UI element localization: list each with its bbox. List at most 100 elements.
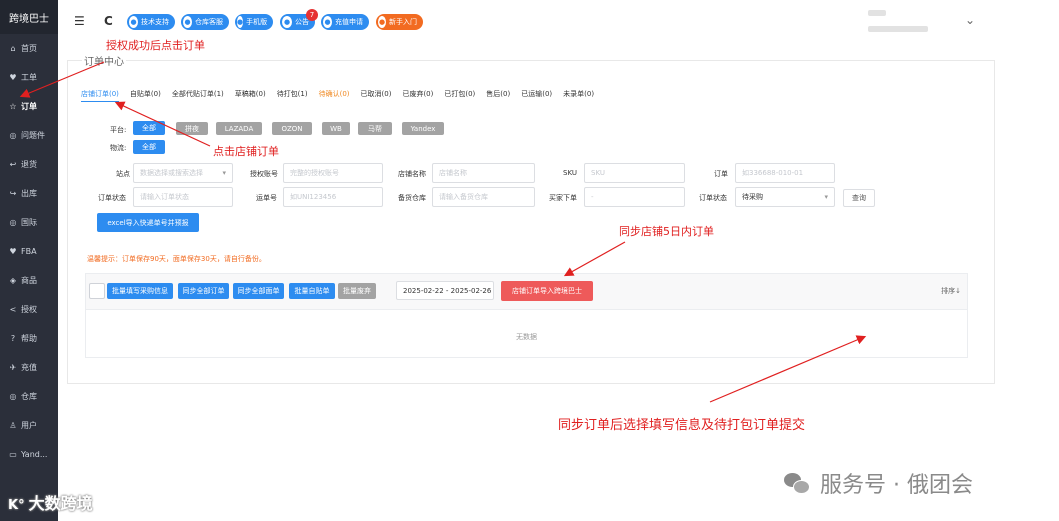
watermark-right: 服务号 · 俄团会 xyxy=(784,467,973,499)
platform-chip-4[interactable]: WB xyxy=(322,122,350,135)
annotation-sync-5-days: 同步店铺5日内订单 xyxy=(619,225,714,238)
brand-logo[interactable]: 跨境巴士 xyxy=(0,0,58,34)
platform-chip-1[interactable]: 拼夜 xyxy=(176,122,208,135)
sidebar-item-icon: ↩ xyxy=(9,160,17,169)
pill-label: 手机版 xyxy=(246,18,268,26)
logistics-chip-all[interactable]: 全部 xyxy=(133,140,165,154)
filter-input[interactable]: 完整的授权账号 xyxy=(283,163,383,183)
chevron-down-icon: ▾ xyxy=(222,169,226,177)
filter-input[interactable]: 请输入订单状态 xyxy=(133,187,233,207)
filter-input[interactable]: - xyxy=(584,187,685,207)
sidebar-item-11[interactable]: ✈ 充值 xyxy=(0,353,58,382)
order-tab-9[interactable]: 售后(0) xyxy=(486,89,510,102)
topbar-pill-5[interactable]: ● 新手入门 xyxy=(376,14,423,30)
filter-input-text: 如336688-010-01 xyxy=(742,169,804,177)
topbar-pill-4[interactable]: ● 充值申请 xyxy=(321,14,369,30)
user-name-blur xyxy=(868,26,928,32)
order-tabs: 店铺订单(0) 自贴单(0) 全部代贴订单(1) 草稿箱(0) 待打包(1) 待确认(0)… xyxy=(81,89,605,102)
sidebar-item-10[interactable]: ? 帮助 xyxy=(0,324,58,353)
user-dropdown-icon[interactable]: ⌄ xyxy=(965,13,975,27)
annotation-click-order: 授权成功后点击订单 xyxy=(106,39,205,52)
filter-label: 授权账号 xyxy=(250,170,278,178)
filter-input[interactable]: SKU xyxy=(584,163,685,183)
refresh-icon[interactable]: C xyxy=(104,14,113,28)
sidebar-item-icon: ? xyxy=(10,334,16,343)
order-tab-5[interactable]: 待确认(0) xyxy=(319,89,350,102)
menu-toggle-icon[interactable]: ☰ xyxy=(74,14,85,28)
filter-input[interactable]: 数据选择或搜索选择 ▾ xyxy=(133,163,233,183)
toolbar-button-2[interactable]: 同步全部面单 xyxy=(233,283,284,299)
filter-input[interactable]: 如UNI123456 xyxy=(283,187,383,207)
sidebar-item-12[interactable]: ◎ 仓库 xyxy=(0,382,58,411)
sidebar-item-6[interactable]: ◎ 国际 xyxy=(0,208,58,237)
order-tab-0[interactable]: 店铺订单(0) xyxy=(81,89,119,102)
order-tab-6[interactable]: 已取消(0) xyxy=(361,89,392,102)
sync-store-orders-button[interactable]: 店铺订单导入跨境巴士 xyxy=(501,281,593,301)
filter-input[interactable]: 待采购 ▾ xyxy=(735,187,835,207)
sidebar-item-7[interactable]: ♥ FBA xyxy=(0,237,58,266)
sidebar-item-3[interactable]: ◎ 问题件 xyxy=(0,121,58,150)
filter-label: 订单状态 xyxy=(98,194,126,202)
order-tab-4[interactable]: 待打包(1) xyxy=(277,89,308,102)
sidebar-item-0[interactable]: ⌂ 首页 xyxy=(0,34,58,63)
filter-input[interactable]: 如336688-010-01 xyxy=(735,163,835,183)
topbar-pill-2[interactable]: ● 手机版 xyxy=(235,14,273,30)
sidebar-nav: ⌂ 首页 ♥ 工单 ☆ 订单 ◎ 问题件 ↩ 退货 ↪ 出库 ◎ 国际 ♥ FBA ◈ 商品 < 授权? 帮助 ✈ 充值 ◎ 仓… xyxy=(0,34,58,469)
filter-input-text: 待采购 xyxy=(742,193,763,201)
order-tab-10[interactable]: 已运输(0) xyxy=(521,89,552,102)
chevron-down-icon: ▾ xyxy=(824,193,828,201)
sidebar-item-9[interactable]: < 授权 xyxy=(0,295,58,324)
sidebar-item-label: 订单 xyxy=(21,102,37,111)
filter-label: 订单 xyxy=(714,170,728,178)
sort-toggle[interactable]: 排序↓ xyxy=(941,286,961,296)
sidebar-item-8[interactable]: ◈ 商品 xyxy=(0,266,58,295)
toolbar-button-1[interactable]: 同步全部订单 xyxy=(178,283,229,299)
sidebar-item-14[interactable]: ▭ Yand... xyxy=(0,440,58,469)
sidebar-item-label: 仓库 xyxy=(21,392,37,401)
pill-label: 新手入门 xyxy=(389,18,417,26)
select-all-checkbox[interactable] xyxy=(89,283,105,299)
sidebar-item-icon: < xyxy=(9,305,17,314)
sidebar-item-label: 退货 xyxy=(21,160,37,169)
pill-icon: ● xyxy=(237,16,244,28)
pill-icon: ● xyxy=(378,16,386,28)
sidebar-item-label: 用户 xyxy=(21,421,37,430)
sidebar-item-13[interactable]: ♙ 用户 xyxy=(0,411,58,440)
sidebar-item-icon: ♥ xyxy=(9,73,17,82)
sidebar-item-5[interactable]: ↪ 出库 xyxy=(0,179,58,208)
platform-chip-5[interactable]: 马帮 xyxy=(358,122,392,135)
order-tab-1[interactable]: 自贴单(0) xyxy=(130,89,161,102)
platform-chip-3[interactable]: OZON xyxy=(272,122,312,135)
sidebar-item-label: 工单 xyxy=(21,73,37,82)
date-range-picker[interactable]: 2025-02-22 - 2025-02-26 xyxy=(396,281,494,300)
sidebar-item-icon: ▭ xyxy=(9,450,17,459)
order-tab-11[interactable]: 未录单(0) xyxy=(563,89,594,102)
topbar-pill-0[interactable]: ● 技术支持 xyxy=(127,14,175,30)
sidebar-item-4[interactable]: ↩ 退货 xyxy=(0,150,58,179)
order-tab-7[interactable]: 已废弃(0) xyxy=(402,89,433,102)
platform-chip-0[interactable]: 全部 xyxy=(133,121,165,135)
order-tab-8[interactable]: 已打包(0) xyxy=(444,89,475,102)
platform-chip-6[interactable]: Yandex xyxy=(402,122,444,135)
filter-input-text: 数据选择或搜索选择 xyxy=(140,169,203,177)
order-tab-3[interactable]: 草稿箱(0) xyxy=(235,89,266,102)
sidebar-item-icon: ◈ xyxy=(9,276,17,285)
pill-icon: ● xyxy=(323,16,332,28)
sidebar-item-2[interactable]: ☆ 订单 xyxy=(0,92,58,121)
sidebar-item-label: 充值 xyxy=(21,363,37,372)
order-tab-2[interactable]: 全部代贴订单(1) xyxy=(172,89,224,102)
toolbar-button-0[interactable]: 批量填写采购信息 xyxy=(107,283,173,299)
sidebar-item-icon: ◎ xyxy=(9,218,17,227)
filter-input[interactable]: 店铺名称 xyxy=(432,163,535,183)
excel-import-button[interactable]: excel导入快递单号并预报 xyxy=(97,213,199,232)
watermark-logo-icon: K° xyxy=(8,498,25,513)
search-button[interactable]: 查询 xyxy=(843,189,875,207)
sidebar-item-1[interactable]: ♥ 工单 xyxy=(0,63,58,92)
filter-input[interactable]: 请输入备货仓库 xyxy=(432,187,535,207)
platform-chip-2[interactable]: LAZADA xyxy=(216,122,262,135)
toolbar-button-3[interactable]: 批量自贴单 xyxy=(289,283,335,299)
toolbar-button-4[interactable]: 批量废弃 xyxy=(338,283,376,299)
topbar-pill-1[interactable]: ● 仓库客服 xyxy=(181,14,229,30)
filter-input-text: 请输入订单状态 xyxy=(140,193,189,201)
sidebar-item-icon: ☆ xyxy=(9,102,17,111)
